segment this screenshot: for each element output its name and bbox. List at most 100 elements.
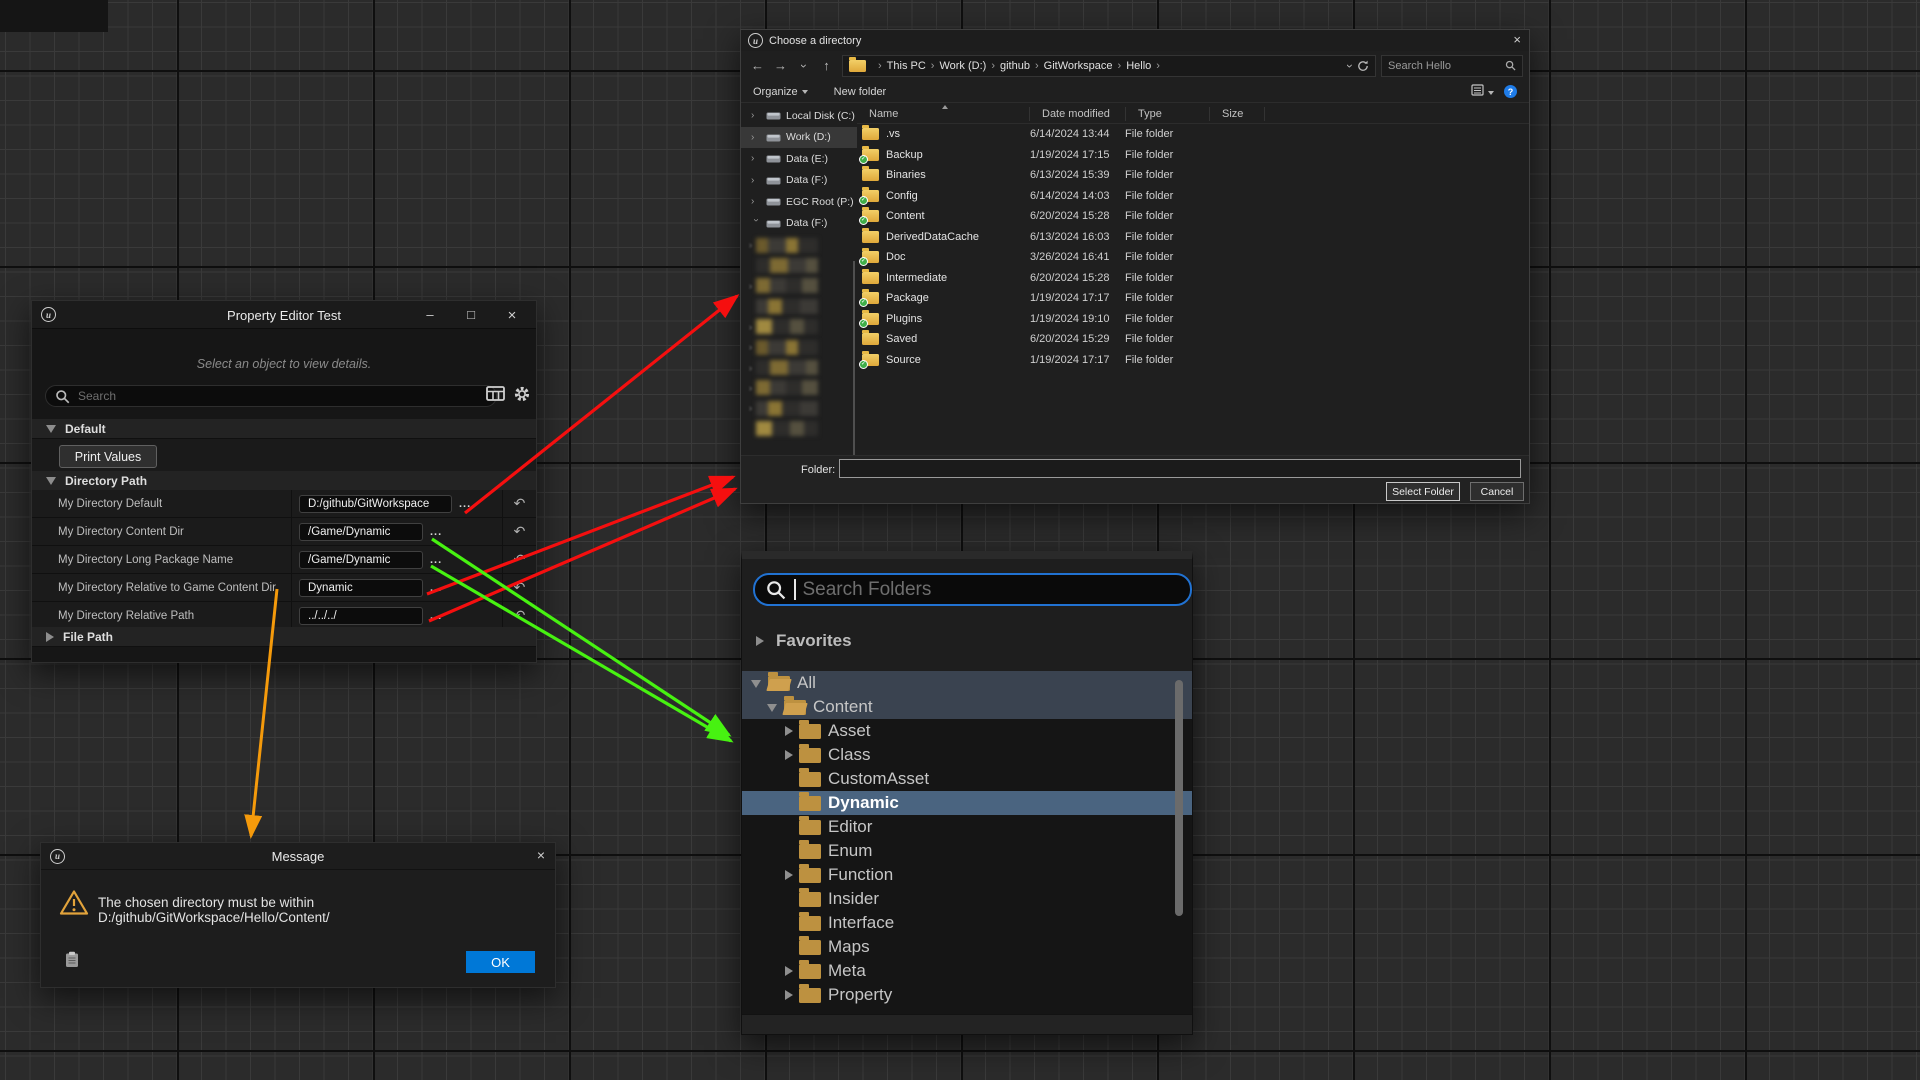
property-value-field[interactable]: /Game/Dynamic	[299, 523, 423, 541]
copy-to-clipboard-icon[interactable]	[65, 951, 79, 968]
column-header-date[interactable]: Date modified	[1030, 107, 1126, 121]
property-value-field[interactable]: D:/github/GitWorkspace	[299, 495, 452, 513]
dialog-titlebar[interactable]: u Choose a directory ×	[741, 30, 1529, 51]
file-row[interactable]: Saved 6/20/2024 15:29 File folder	[857, 329, 1529, 350]
cancel-button[interactable]: Cancel	[1470, 482, 1524, 501]
expander-icon[interactable]: ›	[751, 110, 761, 121]
folder-tree-item[interactable]: CustomAsset	[742, 767, 1192, 791]
minimize-icon[interactable]: –	[421, 307, 439, 322]
folder-tree-item[interactable]: Interface	[742, 911, 1192, 935]
window-titlebar[interactable]: u Property Editor Test – □ ×	[32, 301, 536, 329]
folder-tree-item[interactable]: Asset	[742, 719, 1192, 743]
column-header-name[interactable]: Name	[857, 107, 1030, 121]
tree-scrollbar[interactable]	[1175, 680, 1183, 916]
forward-icon[interactable]: →	[770, 58, 791, 73]
address-dropdown-icon[interactable]: ›	[1343, 64, 1357, 68]
expander-icon[interactable]: ›	[751, 132, 761, 143]
expander-icon[interactable]	[781, 820, 796, 835]
expander-icon[interactable]	[781, 988, 796, 1003]
reset-to-default-button[interactable]: ↶	[502, 546, 536, 573]
close-icon[interactable]: ×	[503, 307, 521, 324]
folder-tree-item[interactable]: Enum	[742, 839, 1192, 863]
folder-tree-item[interactable]: Function	[742, 863, 1192, 887]
breadcrumb-item[interactable]: This PC	[887, 60, 926, 72]
expander-icon[interactable]	[781, 940, 796, 955]
file-row[interactable]: Plugins 1/19/2024 19:10 File folder	[857, 309, 1529, 330]
expander-icon[interactable]: ›	[751, 218, 762, 228]
sidebar-drive-item[interactable]: › Data (E:)	[741, 148, 857, 170]
ok-button[interactable]: OK	[466, 951, 535, 973]
browse-button[interactable]: ...	[430, 554, 442, 566]
reset-to-default-button[interactable]: ↶	[502, 574, 536, 601]
column-header-size[interactable]: Size	[1210, 107, 1265, 121]
browse-button[interactable]: ...	[430, 582, 442, 594]
display-filter-button[interactable]	[486, 386, 505, 404]
reset-to-default-button[interactable]: ↶	[502, 490, 536, 517]
expander-icon[interactable]	[781, 964, 796, 979]
column-header-type[interactable]: Type	[1126, 107, 1210, 121]
close-icon[interactable]: ×	[1513, 32, 1521, 47]
view-mode-button[interactable]	[1471, 84, 1494, 99]
file-row[interactable]: Source 1/19/2024 17:17 File folder	[857, 350, 1529, 371]
sidebar-drive-item[interactable]: › Data (F:)	[741, 170, 857, 192]
folder-name-input[interactable]	[839, 459, 1521, 478]
expander-icon[interactable]	[781, 724, 796, 739]
recent-locations-icon[interactable]: ›	[793, 58, 814, 73]
browse-button[interactable]: ...	[430, 610, 442, 622]
dialog-titlebar[interactable]: u Message ×	[41, 843, 555, 870]
folder-tree-item[interactable]: Editor	[742, 815, 1192, 839]
breadcrumb[interactable]: › This PC › Work (D:) › github › GitWork…	[842, 55, 1376, 77]
breadcrumb-item[interactable]: GitWorkspace	[1044, 60, 1113, 72]
expander-icon[interactable]	[781, 772, 796, 787]
folder-tree-item[interactable]: Content	[742, 695, 1192, 719]
sidebar-drive-item[interactable]: › Data (F:)	[741, 213, 857, 235]
expander-icon[interactable]	[781, 796, 796, 811]
file-row[interactable]: Doc 3/26/2024 16:41 File folder	[857, 247, 1529, 268]
folder-tree-item[interactable]: Dynamic	[742, 791, 1192, 815]
help-icon[interactable]: ?	[1504, 85, 1517, 98]
print-values-button[interactable]: Print Values	[59, 445, 157, 468]
close-icon[interactable]: ×	[537, 847, 545, 863]
browse-button[interactable]: ...	[459, 498, 471, 510]
reset-to-default-button[interactable]: ↶	[502, 518, 536, 545]
sidebar-drive-item[interactable]: › Work (D:)	[741, 127, 857, 149]
file-row[interactable]: Package 1/19/2024 17:17 File folder	[857, 288, 1529, 309]
expander-icon[interactable]	[766, 700, 781, 715]
expander-icon[interactable]	[750, 676, 765, 691]
expander-icon[interactable]	[781, 748, 796, 763]
folder-tree-item[interactable]: Maps	[742, 935, 1192, 959]
sidebar-drive-item[interactable]: › EGC Root (P:)	[741, 191, 857, 213]
expander-icon[interactable]	[781, 844, 796, 859]
property-value-field[interactable]: /Game/Dynamic	[299, 551, 423, 569]
browse-button[interactable]: ...	[430, 526, 442, 538]
back-icon[interactable]: ←	[747, 58, 768, 73]
new-folder-button[interactable]: New folder	[834, 86, 887, 98]
expander-icon[interactable]: ›	[751, 153, 761, 164]
section-header-directory-path[interactable]: Directory Path	[32, 471, 536, 491]
maximize-icon[interactable]: □	[462, 307, 480, 322]
breadcrumb-item[interactable]: github	[1000, 60, 1030, 72]
search-input[interactable]: Search	[45, 385, 497, 407]
folder-tree-item[interactable]: Property	[742, 983, 1192, 1007]
sidebar-scrollbar[interactable]	[853, 261, 855, 456]
breadcrumb-item[interactable]: Hello	[1126, 60, 1151, 72]
file-row[interactable]: Backup 1/19/2024 17:15 File folder	[857, 145, 1529, 166]
expander-icon[interactable]	[781, 916, 796, 931]
reset-to-default-button[interactable]: ↶	[502, 602, 536, 629]
file-row[interactable]: Intermediate 6/20/2024 15:28 File folder	[857, 268, 1529, 289]
up-icon[interactable]: ↑	[816, 58, 837, 73]
expander-icon[interactable]	[781, 892, 796, 907]
settings-button[interactable]	[513, 385, 531, 406]
section-header-default[interactable]: Default	[32, 419, 536, 439]
expander-icon[interactable]: ›	[751, 196, 761, 207]
select-folder-button[interactable]: Select Folder	[1386, 482, 1460, 501]
search-input[interactable]: Search Hello	[1381, 55, 1523, 77]
property-value-field[interactable]: Dynamic	[299, 579, 423, 597]
expander-icon[interactable]	[781, 868, 796, 883]
file-row[interactable]: Config 6/14/2024 14:03 File folder	[857, 186, 1529, 207]
folder-search-input[interactable]: Search Folders	[753, 573, 1192, 606]
folder-tree-item[interactable]: All	[742, 671, 1192, 695]
property-value-field[interactable]: ../../../	[299, 607, 423, 625]
sidebar-drive-item[interactable]: › Local Disk (C:)	[741, 105, 857, 127]
file-row[interactable]: DerivedDataCache 6/13/2024 16:03 File fo…	[857, 227, 1529, 248]
